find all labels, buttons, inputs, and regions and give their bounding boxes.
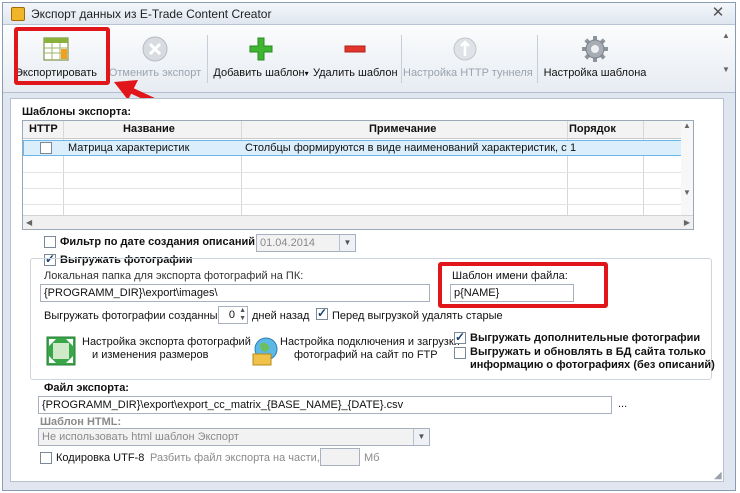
delete-template-label: Удалить шаблон [313,67,398,79]
chevron-down-icon[interactable]: ▼ [721,63,731,77]
templates-title: Шаблоны экспорта: [22,106,132,118]
split-size-input[interactable] [320,448,360,466]
html-template-value: Не использовать html шаблон Экспорт [42,431,239,443]
chevron-down-icon[interactable]: ▼ [413,429,429,445]
extra-photos-label: Выгружать дополнительные фотографии [470,332,701,344]
html-template-label: Шаблон HTML: [40,416,122,428]
title-bar: Экспорт данных из E-Trade Content Creato… [3,3,735,25]
add-template-label-wrap: Добавить шаблон▾ [211,67,311,79]
photo-folder-label: Локальная папка для экспорта фотографий … [44,270,304,282]
days-suffix: дней назад [252,310,310,322]
ftp-settings-button[interactable]: Настройка подключения и загрузки фотогра… [248,334,460,370]
toolbar-scroll[interactable]: ▲ ▼ [721,29,731,87]
chevron-down-icon[interactable]: ▼ [339,235,355,251]
chevron-left-icon[interactable]: ◀ [26,218,32,227]
row-note: Столбцы формируются в виде наименований … [245,142,567,154]
app-icon [11,7,25,21]
ftp-settings-label-1: Настройка подключения и загрузки [280,336,460,348]
table-row [23,157,693,173]
delete-old-checkbox[interactable] [316,306,328,320]
filter-date-label: Фильтр по дате создания описаний [60,236,255,248]
close-button[interactable]: ✕ [709,5,727,21]
chevron-down-icon: ▾ [304,69,309,78]
html-template-select[interactable]: Не использовать html шаблон Экспорт ▼ [38,428,430,446]
export-file-input[interactable]: {PROGRAMM_DIR}\export\export_cc_matrix_{… [38,396,612,414]
template-settings-label: Настройка шаблона [543,67,647,79]
photo-resize-settings-label-1: Настройка экспорта фотографий [82,336,251,348]
filter-date-checkbox[interactable] [44,236,56,248]
photo-resize-settings-button[interactable]: Настройка экспорта фотографий и изменени… [44,334,251,370]
table-horizontal-scrollbar[interactable]: ◀ ▶ [23,215,693,229]
highlight-export [14,27,110,85]
browse-button[interactable]: ... [618,398,627,410]
photo-folder-input[interactable]: {PROGRAMM_DIR}\export\images\ [40,284,430,302]
extra-photos-checkbox[interactable] [454,330,466,344]
split-unit: Мб [364,452,380,464]
table-vertical-scrollbar[interactable]: ▲ ▼ [681,121,693,217]
image-resize-icon [46,336,76,366]
toolbar-separator [207,35,208,83]
chevron-down-icon[interactable]: ▼ [681,188,693,197]
table-header: HTTP Название Примечание Порядок [23,121,693,139]
table-row [23,173,693,189]
http-tunnel-button[interactable]: Настройка HTTP туннеля [403,29,533,89]
add-template-label: Добавить шаблон [213,67,305,79]
column-order: Порядок [569,123,616,135]
row-http-checkbox[interactable] [40,142,52,154]
photo-resize-settings-label-2: и изменения размеров [92,349,209,361]
cancel-icon [141,35,169,66]
filter-date-value: 01.04.2014 [260,237,316,249]
http-tunnel-label: Настройка HTTP туннеля [403,67,533,79]
add-template-button[interactable]: Добавить шаблон▾ [211,29,311,89]
globe-folder-icon [250,336,280,366]
template-settings-button[interactable]: Настройка шаблона [541,29,649,89]
filter-date-field[interactable]: 01.04.2014 ▼ [256,234,356,252]
table-row [23,189,693,205]
gear-icon [581,35,609,66]
days-value: 0 [228,309,235,321]
toolbar-separator [401,35,402,83]
tunnel-icon [451,35,479,66]
update-db-label-2: информацию о фотографиях (без описаний) [470,359,715,371]
window-title: Экспорт данных из E-Trade Content Creato… [31,7,272,21]
delete-old-label: Перед выгрузкой удалять старые [332,310,503,322]
plus-icon [247,35,275,66]
row-order: 1 [570,142,577,154]
utf8-label: Кодировка UTF-8 [56,452,145,464]
chevron-up-icon[interactable]: ▲ [681,121,693,130]
photos-created-label: Выгружать фотографии созданные [44,310,224,322]
days-stepper[interactable]: 0 ▲ ▼ [218,306,248,324]
resize-grip-icon[interactable]: ◢ [714,470,722,481]
stepper-arrows-icon[interactable]: ▲ ▼ [239,307,246,323]
toolbar-separator [537,35,538,83]
table-row[interactable]: Матрица характеристик Столбцы формируютс… [23,140,693,156]
update-db-label-1: Выгружать и обновлять в БД сайта только [470,346,706,358]
minus-icon [341,35,369,66]
update-db-checkbox[interactable] [454,347,466,359]
column-name: Название [123,123,175,135]
utf8-checkbox[interactable] [40,452,52,464]
chevron-up-icon[interactable]: ▲ [721,29,731,43]
export-file-label: Файл экспорта: [44,382,129,394]
ftp-settings-label-2: фотографий на сайт по FTP [294,349,438,361]
templates-table: HTTP Название Примечание Порядок Матрица… [22,120,694,230]
chevron-right-icon[interactable]: ▶ [684,218,690,227]
delete-template-button[interactable]: Удалить шаблон [313,29,398,89]
split-label: Разбить файл экспорта на части, по: [150,452,339,464]
highlight-filename-template [438,262,608,308]
column-http: HTTP [29,123,58,135]
row-name: Матрица характеристик [68,142,190,154]
column-note: Примечание [369,123,437,135]
